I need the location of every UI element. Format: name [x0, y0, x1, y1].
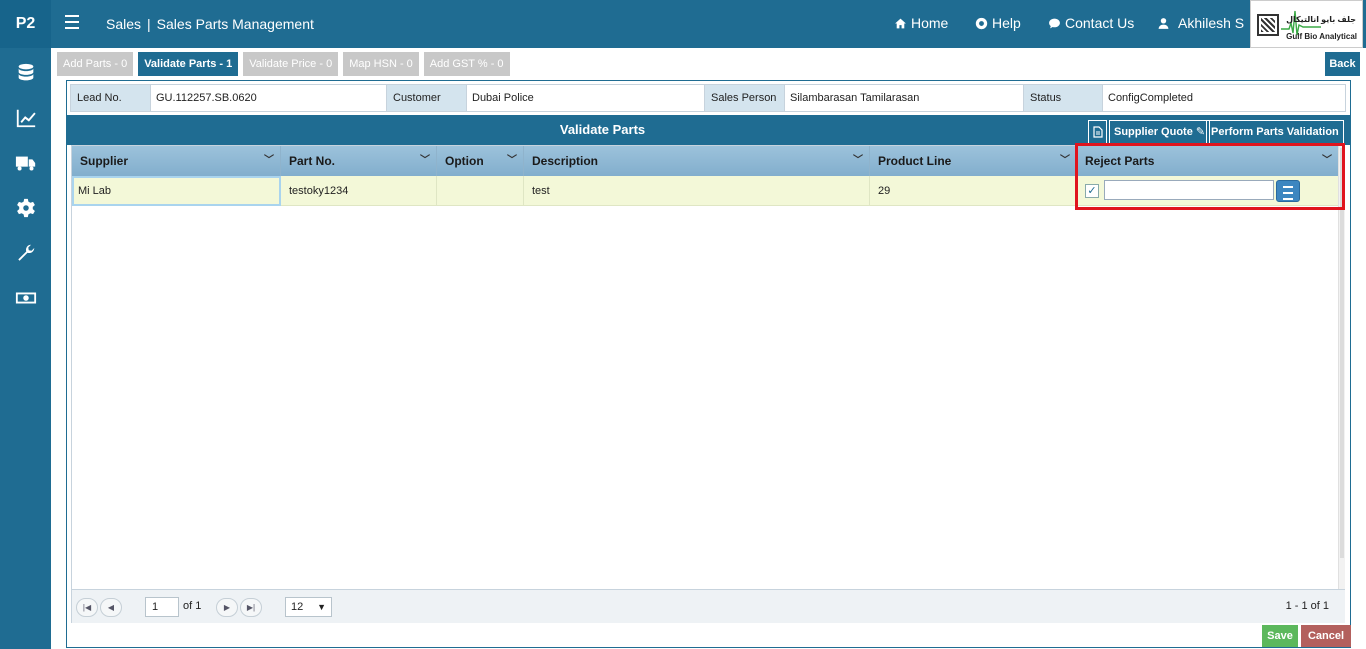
- panel-title: Validate Parts: [559, 122, 646, 137]
- paperclip-icon: ✎: [1195, 126, 1206, 138]
- lead-info-row: Lead No. GU.112257.SB.0620 Customer Duba…: [70, 84, 1346, 112]
- lead-label: Lead No.: [71, 85, 151, 111]
- breadcrumb-module[interactable]: Sales: [106, 16, 141, 32]
- lifebuoy-icon: [975, 17, 988, 29]
- prev-page-icon[interactable]: ◀: [100, 598, 122, 617]
- page-number-input[interactable]: 1: [145, 597, 179, 617]
- panel-title-bar: Validate Parts Supplier Quote ✎ Perform …: [67, 115, 1350, 145]
- app-brand[interactable]: P2: [0, 0, 51, 48]
- first-page-icon[interactable]: |◀: [76, 598, 98, 617]
- step-tabs: Add Parts - 0 Validate Parts - 1 Validat…: [57, 52, 510, 76]
- cancel-button[interactable]: Cancel: [1301, 625, 1351, 647]
- nav-home[interactable]: Home: [894, 15, 948, 31]
- supplier-quote-label: Supplier Quote: [1114, 126, 1193, 138]
- col-option[interactable]: Option ﹀: [437, 146, 524, 176]
- gear-icon[interactable]: [0, 185, 51, 230]
- caret-down-icon: ▼: [317, 602, 326, 612]
- supplier-quote-button[interactable]: Supplier Quote ✎: [1109, 120, 1211, 144]
- chevron-down-icon[interactable]: ﹀: [1060, 146, 1070, 176]
- next-page-icon[interactable]: ▶: [216, 598, 238, 617]
- breadcrumb-page: Sales Parts Management: [156, 16, 314, 32]
- nav-home-label: Home: [911, 15, 949, 31]
- status-value: ConfigCompleted: [1108, 92, 1193, 104]
- nav-contact-label: Contact Us: [1065, 15, 1135, 31]
- nav-user-label: Akhilesh S: [1178, 15, 1245, 31]
- logo-english-text: Gulf Bio Analytical: [1286, 32, 1357, 41]
- col-description[interactable]: Description ﹀: [524, 146, 870, 176]
- status-label: Status: [1024, 85, 1103, 111]
- home-icon: [895, 18, 906, 28]
- parts-grid: Supplier ﹀ Part No. ﹀ Option ﹀ Description ﹀…: [71, 145, 1345, 623]
- chat-icon: [1049, 18, 1060, 28]
- sales-person-value: Silambarasan Tamilarasan: [785, 85, 1024, 111]
- truck-icon[interactable]: [0, 140, 51, 185]
- nav-help-label: Help: [992, 15, 1021, 31]
- tab-add-parts[interactable]: Add Parts - 0: [57, 52, 134, 76]
- money-icon[interactable]: [0, 275, 51, 320]
- cell-option[interactable]: [437, 176, 524, 206]
- cell-supplier[interactable]: Mi Lab: [72, 176, 281, 206]
- top-bar: Sales | Sales Parts Management Home Help C…: [51, 0, 1366, 48]
- grid-pager: |◀ ◀ 1 of 1 ▶ ▶| 12 ▼ 1 - 1 of 1: [72, 589, 1345, 623]
- chevron-down-icon[interactable]: ﹀: [420, 146, 430, 176]
- chart-line-icon[interactable]: [0, 95, 51, 140]
- col-supplier[interactable]: Supplier ﹀: [72, 146, 281, 176]
- record-range-text: 1 - 1 of 1: [1285, 600, 1329, 612]
- nav-help[interactable]: Help: [975, 15, 1021, 31]
- sidebar: P2: [0, 0, 51, 649]
- user-icon: [1158, 17, 1169, 29]
- save-button[interactable]: Save: [1262, 625, 1298, 647]
- chevron-down-icon[interactable]: ﹀: [507, 146, 517, 176]
- vertical-scrollbar[interactable]: [1338, 146, 1345, 589]
- page-size-value: 12: [291, 601, 304, 613]
- reject-parts-highlight: [1075, 143, 1345, 210]
- perform-validation-button[interactable]: Perform Parts Validation: [1206, 120, 1344, 144]
- sales-person-label: Sales Person: [705, 85, 785, 111]
- tab-validate-price[interactable]: Validate Price - 0: [243, 52, 339, 76]
- nav-contact[interactable]: Contact Us: [1048, 15, 1134, 31]
- last-page-icon[interactable]: ▶|: [240, 598, 262, 617]
- database-icon[interactable]: [0, 50, 51, 95]
- nav-user[interactable]: Akhilesh S: [1157, 15, 1244, 31]
- cell-part-no[interactable]: testoky1234: [281, 176, 437, 206]
- customer-label: Customer: [387, 85, 467, 111]
- export-icon[interactable]: [1088, 120, 1107, 144]
- tab-add-gst[interactable]: Add GST % - 0: [423, 52, 510, 76]
- customer-value: Dubai Police: [467, 85, 705, 111]
- tab-map-hsn[interactable]: Map HSN - 0: [343, 52, 419, 76]
- breadcrumb: Sales | Sales Parts Management: [106, 16, 314, 32]
- page-size-select[interactable]: 12 ▼: [285, 597, 332, 617]
- wrench-icon[interactable]: [0, 230, 51, 275]
- col-part-no[interactable]: Part No. ﹀: [281, 146, 437, 176]
- col-product-line[interactable]: Product Line ﹀: [870, 146, 1077, 176]
- page-count-text: of 1: [183, 600, 202, 612]
- logo-arabic-text: جلف بايو انالتيكال: [1286, 15, 1356, 24]
- menu-toggle-icon[interactable]: [65, 15, 79, 29]
- chevron-down-icon[interactable]: ﹀: [853, 146, 863, 176]
- tab-validate-parts[interactable]: Validate Parts - 1: [138, 52, 239, 76]
- chevron-down-icon[interactable]: ﹀: [264, 146, 274, 176]
- cell-description[interactable]: test: [524, 176, 870, 206]
- cell-product-line[interactable]: 29: [870, 176, 1077, 206]
- company-logo: جلف بايو انالتيكال Gulf Bio Analytical: [1250, 0, 1363, 48]
- lead-value: GU.112257.SB.0620: [151, 85, 387, 111]
- logo-mark-icon: [1257, 14, 1279, 36]
- back-button[interactable]: Back: [1325, 52, 1360, 76]
